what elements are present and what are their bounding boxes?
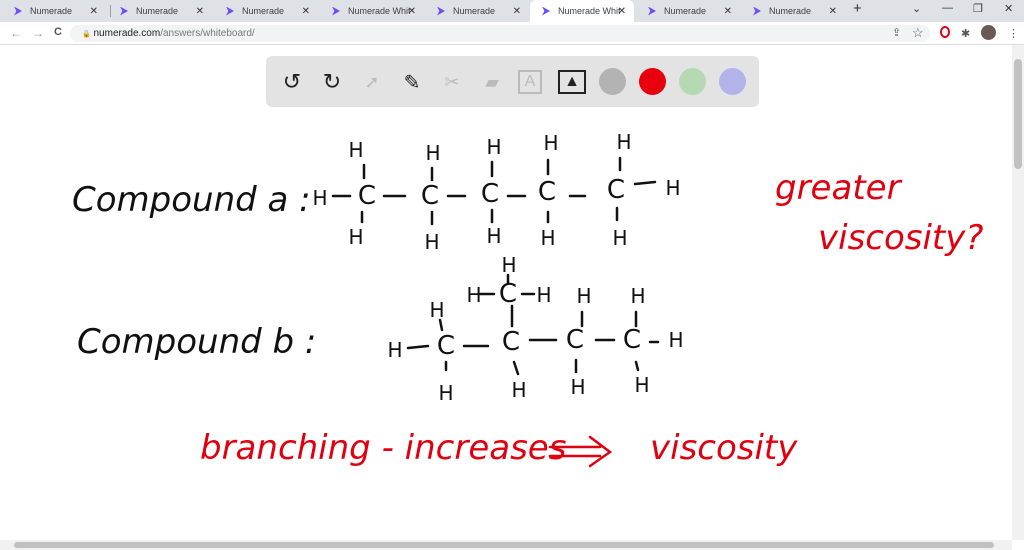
atom-h: H [312, 186, 328, 210]
atom-h: H [387, 338, 403, 362]
atom-h: H [424, 230, 440, 254]
atom-h: H [486, 135, 502, 159]
compound-a-label: Compound a : [72, 180, 311, 220]
atom-h: H [348, 225, 364, 249]
atom-c: C [622, 325, 642, 355]
atom-c: C [480, 179, 500, 209]
atom-c: C [357, 181, 377, 211]
atom-h: H [536, 283, 552, 307]
atom-h: H [668, 328, 684, 352]
vertical-scroll-thumb[interactable] [1014, 59, 1022, 169]
vertical-scrollbar[interactable] [1012, 45, 1024, 540]
atom-h: H [511, 378, 527, 402]
atom-c: C [565, 325, 585, 355]
atom-h: H [466, 283, 482, 307]
atom-h: H [612, 226, 628, 250]
atom-h: H [501, 253, 517, 277]
note-branching-increases: branching - increases [200, 428, 567, 468]
atom-h: H [630, 284, 646, 308]
atom-c: C [420, 181, 440, 211]
atom-h: H [438, 381, 454, 405]
atom-c: C [537, 177, 557, 207]
atom-h: H [634, 373, 650, 397]
atom-c: C [498, 279, 518, 309]
atom-h: H [425, 141, 441, 165]
atom-c: C [436, 331, 456, 361]
atom-h: H [576, 284, 592, 308]
note-greater: greater [775, 168, 901, 208]
atom-h: H [540, 226, 556, 250]
atom-c: C [606, 175, 626, 205]
horizontal-scrollbar[interactable] [0, 540, 1012, 550]
atom-h: H [543, 131, 559, 155]
note-viscosity: viscosity [650, 428, 798, 468]
atom-h: H [665, 176, 681, 200]
atom-h: H [429, 298, 445, 322]
atom-c: C [501, 327, 521, 357]
note-viscosity-question: viscosity? [818, 218, 984, 258]
horizontal-scroll-thumb[interactable] [14, 542, 994, 548]
atom-h: H [486, 224, 502, 248]
atom-h: H [348, 138, 364, 162]
atom-h: H [570, 375, 586, 399]
compound-b-label: Compound b : [77, 322, 317, 362]
atom-h: H [616, 130, 632, 154]
